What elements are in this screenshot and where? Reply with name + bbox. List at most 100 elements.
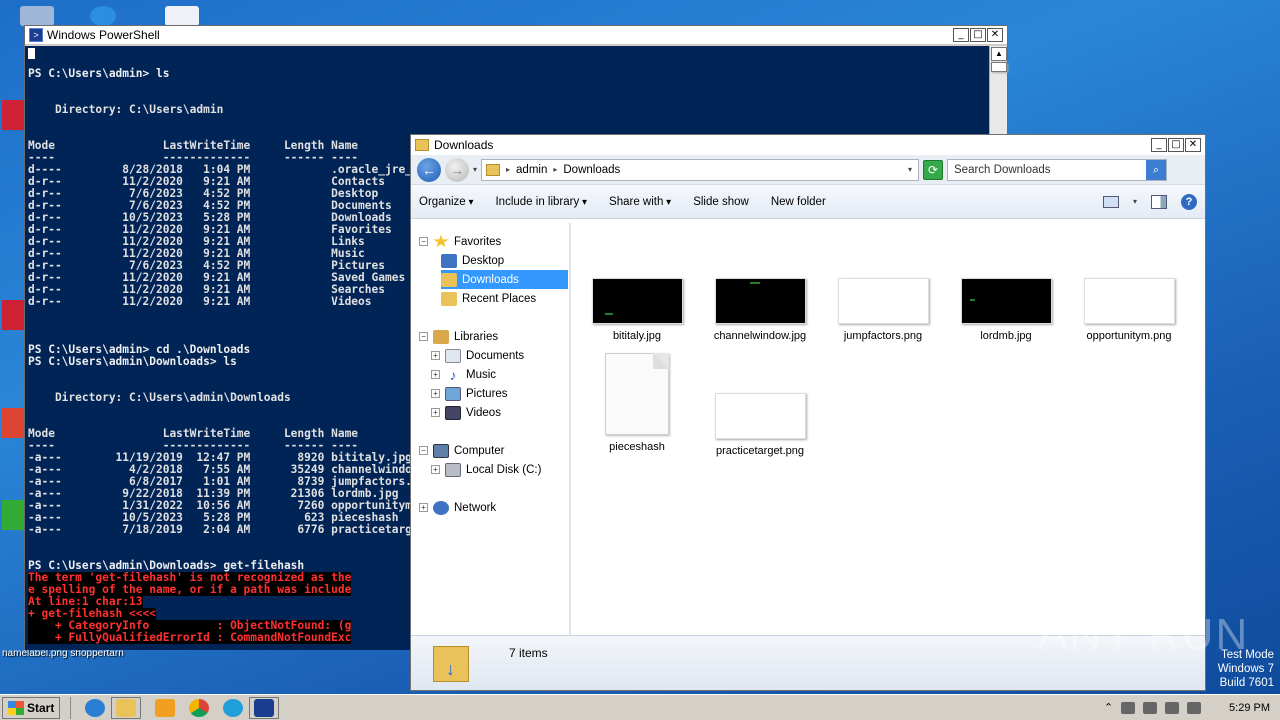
flag-icon[interactable] (1187, 701, 1202, 714)
image-thumbnail (1083, 278, 1175, 324)
console-error-line: + FullyQualifiedErrorId : CommandNotFoun… (28, 631, 352, 644)
taskbar-explorer-button[interactable] (111, 696, 142, 719)
desktop-icon-3[interactable] (2, 408, 24, 438)
back-button[interactable]: ← (417, 157, 441, 182)
nav-recent-places[interactable]: Recent Places (441, 289, 536, 308)
file-item[interactable]: lordmb.jpg (950, 278, 1062, 342)
collapse-toggle-icon[interactable]: − (419, 446, 428, 455)
breadcrumb-downloads[interactable]: Downloads (563, 164, 620, 176)
address-bar-row: ← → ▾ ▸ admin ▸ Downloads ▾ ⟳ Search Dow… (411, 155, 1205, 185)
expand-toggle-icon[interactable]: + (431, 351, 440, 360)
search-icon[interactable]: ⌕ (1146, 159, 1167, 180)
nav-libraries[interactable]: − Libraries (419, 327, 498, 346)
taskbar-powershell-button[interactable] (249, 696, 280, 719)
new-folder-button[interactable]: New folder (771, 196, 826, 208)
desktop-icon-edge[interactable] (90, 6, 116, 26)
explorer-close-button[interactable]: ✕ (1185, 138, 1201, 152)
ie-icon[interactable] (85, 698, 106, 717)
videos-icon (445, 405, 461, 420)
view-options-dropdown-icon[interactable]: ▾ (1133, 197, 1137, 206)
navigation-pane[interactable]: − Favorites Desktop Downloads Recent Pla… (411, 223, 571, 635)
downloads-folder-large-icon (433, 646, 469, 682)
edge-icon[interactable] (223, 698, 244, 717)
file-name: opportunitym.png (1086, 330, 1172, 342)
file-name: pieceshash (609, 441, 665, 453)
recent-pages-dropdown-icon[interactable]: ▾ (473, 165, 477, 174)
start-button[interactable]: Start (2, 696, 61, 719)
breadcrumb-admin[interactable]: admin (516, 164, 547, 176)
nav-favorites[interactable]: − Favorites (419, 232, 501, 251)
documents-icon (445, 348, 461, 363)
expand-toggle-icon[interactable]: + (431, 465, 440, 474)
expand-toggle-icon[interactable]: + (431, 389, 440, 398)
breadcrumb[interactable]: ▸ admin ▸ Downloads ▾ (481, 158, 920, 181)
file-item[interactable]: bititaly.jpg (581, 278, 693, 342)
explorer-maximize-button[interactable]: □ (1168, 138, 1184, 152)
file-name: jumpfactors.png (843, 330, 923, 342)
volume-icon[interactable] (1165, 701, 1180, 714)
file-item[interactable]: channelwindow.jpg (704, 278, 816, 342)
refresh-button[interactable]: ⟳ (923, 159, 944, 180)
organize-menu[interactable]: Organize (419, 196, 473, 208)
nav-music[interactable]: + ♪ Music (431, 365, 496, 384)
expand-toggle-icon[interactable]: + (431, 370, 440, 379)
collapse-toggle-icon[interactable]: − (419, 332, 428, 341)
file-list[interactable]: bititaly.jpg channelwindow.jpg jumpfacto… (573, 223, 1205, 635)
explorer-window[interactable]: Downloads _ □ ✕ ← → ▾ ▸ admin ▸ Download… (410, 134, 1206, 691)
action-center-icon[interactable] (1121, 701, 1136, 714)
expand-toggle-icon[interactable]: + (419, 503, 428, 512)
clock[interactable]: 5:29 PM (1229, 702, 1270, 714)
maximize-button[interactable]: □ (970, 28, 986, 42)
nav-documents[interactable]: + Documents (431, 346, 524, 365)
explorer-minimize-button[interactable]: _ (1151, 138, 1167, 152)
include-in-library-menu[interactable]: Include in library (495, 196, 587, 208)
explorer-titlebar[interactable]: Downloads _ □ ✕ (411, 135, 1205, 155)
nav-videos[interactable]: + Videos (431, 403, 501, 422)
file-item[interactable]: opportunitym.png (1073, 278, 1185, 342)
minimize-button[interactable]: _ (953, 28, 969, 42)
nav-downloads[interactable]: Downloads (441, 270, 568, 289)
nav-desktop[interactable]: Desktop (441, 251, 568, 270)
show-hidden-icons-icon[interactable]: ⌃ (1104, 701, 1113, 714)
file-item[interactable]: jumpfactors.png (827, 278, 939, 342)
close-button[interactable]: ✕ (987, 28, 1003, 42)
breadcrumb-folder-icon (486, 163, 501, 176)
breadcrumb-separator-icon[interactable]: ▸ (553, 165, 557, 174)
slide-show-button[interactable]: Slide show (693, 196, 749, 208)
image-thumbnail (960, 278, 1052, 324)
chrome-icon[interactable] (189, 698, 210, 717)
file-item[interactable]: pieceshash (581, 353, 693, 453)
desktop-icon-1[interactable] (2, 100, 24, 130)
file-item[interactable]: practicetarget.png (704, 393, 816, 457)
desktop-icon-4[interactable] (2, 500, 24, 530)
scroll-up-arrow-icon[interactable]: ▲ (991, 47, 1007, 61)
item-count: 7 items (509, 646, 548, 660)
search-input[interactable]: Search Downloads ⌕ (947, 158, 1168, 181)
desktop-icon-2[interactable] (2, 300, 24, 330)
help-icon[interactable]: ? (1181, 193, 1197, 210)
expand-toggle-icon[interactable]: + (431, 408, 440, 417)
nav-pictures[interactable]: + Pictures (431, 384, 508, 403)
scroll-thumb[interactable] (991, 62, 1007, 72)
nav-desktop-label: Desktop (462, 254, 505, 267)
media-player-icon[interactable] (155, 698, 176, 717)
powershell-titlebar[interactable]: > Windows PowerShell _ □ ✕ (25, 26, 1007, 45)
desktop-icon-document[interactable] (165, 6, 199, 26)
change-view-icon[interactable] (1102, 195, 1119, 208)
address-dropdown-icon[interactable]: ▾ (908, 165, 912, 174)
nav-local-disk[interactable]: + Local Disk (C:) (431, 460, 541, 479)
downloads-folder-icon (441, 272, 457, 287)
nav-network-label: Network (454, 501, 497, 514)
network-tray-icon[interactable] (1143, 701, 1158, 714)
desktop-icon-recycle-bin[interactable] (20, 6, 54, 26)
nav-computer[interactable]: − Computer (419, 441, 505, 460)
image-thumbnail (591, 278, 683, 324)
nav-network[interactable]: + Network (419, 498, 496, 517)
folder-icon (116, 698, 137, 717)
image-thumbnail (714, 278, 806, 324)
preview-pane-icon[interactable] (1151, 194, 1167, 209)
forward-button[interactable]: → (445, 157, 469, 182)
share-with-menu[interactable]: Share with (609, 196, 671, 208)
breadcrumb-separator-icon[interactable]: ▸ (506, 165, 510, 174)
collapse-toggle-icon[interactable]: − (419, 237, 428, 246)
